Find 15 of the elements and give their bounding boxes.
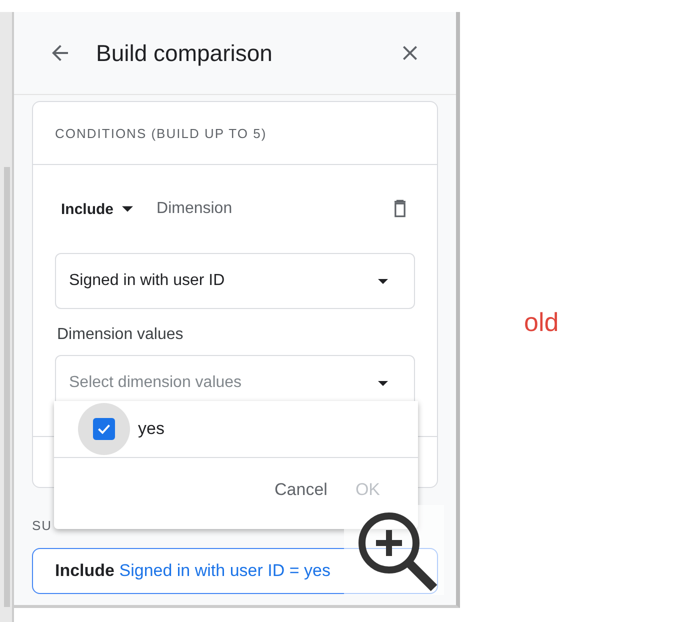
panel-title: Build comparison [96,40,274,66]
include-dropdown[interactable]: Include [55,200,139,218]
summary-heading: SU [32,518,54,534]
conditions-heading: CONDITIONS (BUILD UP TO 5) [55,126,267,140]
value-option[interactable]: yes [54,401,418,458]
caret-icon [122,206,133,212]
summary-text: Include Signed in with user ID = yes [55,561,330,581]
caret-icon [378,380,388,386]
dimension-label: Dimension [156,200,234,218]
values-label: Dimension values [57,326,184,344]
annotation-text: old [524,307,559,338]
checkbox[interactable] [93,418,115,440]
dimension-select[interactable]: Signed in with user ID [55,253,415,309]
cancel-button[interactable]: Cancel [274,480,328,500]
caret-icon [378,278,388,284]
